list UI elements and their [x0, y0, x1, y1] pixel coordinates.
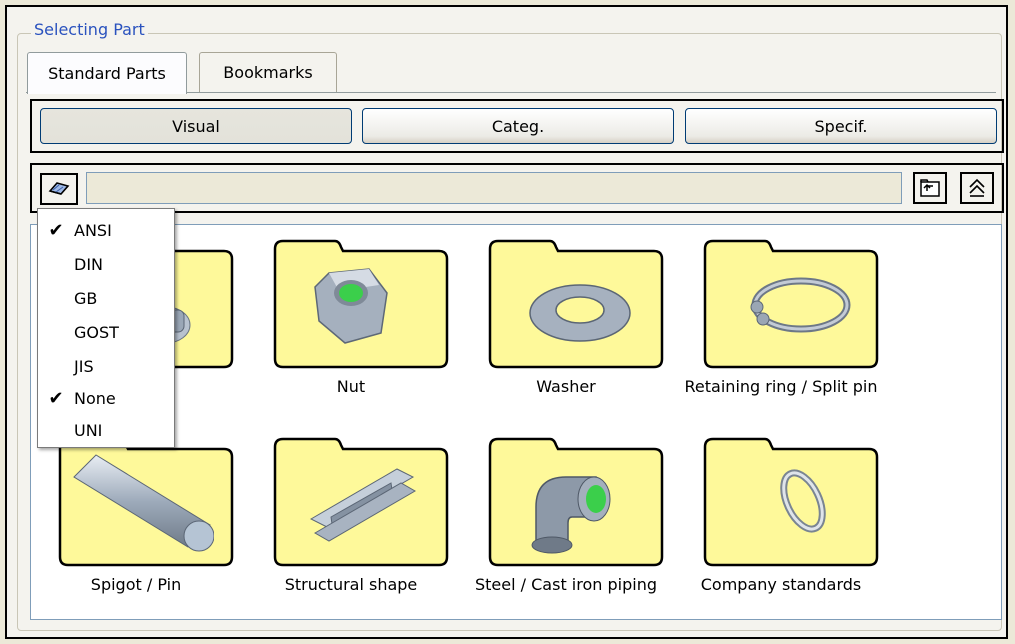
- part-label: Spigot / Pin: [90, 575, 182, 594]
- folder-up-icon: [920, 179, 940, 197]
- menu-item-gost[interactable]: GOST: [38, 315, 174, 349]
- parts-browser: Screw Nut Washer: [30, 224, 1002, 620]
- folder-up-button[interactable]: [913, 172, 947, 204]
- company-standards-icon: [780, 469, 826, 533]
- collapse-to-top-icon: [969, 178, 985, 197]
- standards-menu: ✔ ANSI DIN GB GOST JIS ✔ None UNI: [37, 208, 175, 448]
- menu-item-uni[interactable]: UNI: [38, 413, 174, 447]
- collapse-to-top-button[interactable]: [960, 172, 994, 204]
- spigot-pin-icon: [73, 454, 214, 552]
- menu-item-label: ANSI: [74, 220, 112, 240]
- check-icon: ✔: [48, 387, 64, 409]
- menu-item-label: DIN: [74, 254, 104, 274]
- menu-item-ansi[interactable]: ✔ ANSI: [38, 213, 174, 247]
- tab-bookmarks[interactable]: Bookmarks: [199, 52, 337, 92]
- menu-item-label: UNI: [74, 420, 103, 440]
- menu-item-gb[interactable]: GB: [38, 281, 174, 315]
- retaining-ring-icon: [750, 277, 851, 333]
- menu-item-none[interactable]: ✔ None: [38, 381, 174, 415]
- menu-item-label: JIS: [74, 356, 94, 376]
- menu-item-jis[interactable]: JIS: [38, 349, 174, 383]
- part-label: Nut: [336, 377, 366, 396]
- standards-filter-icon: [48, 182, 70, 195]
- structural-shape-icon: [309, 468, 417, 542]
- category-view-button[interactable]: Categ.: [362, 108, 674, 144]
- visual-view-button[interactable]: Visual: [40, 108, 352, 144]
- group-title: Selecting Part: [31, 20, 148, 39]
- part-label: Company standards: [700, 575, 862, 594]
- menu-item-din[interactable]: DIN: [38, 247, 174, 281]
- path-field[interactable]: [86, 172, 902, 204]
- part-label: Structural shape: [284, 575, 418, 594]
- menu-item-label: None: [74, 388, 116, 408]
- menu-item-label: GB: [74, 288, 98, 308]
- part-label: Retaining ring / Split pin: [684, 377, 878, 396]
- part-label: Steel / Cast iron piping: [475, 575, 657, 594]
- specification-view-button[interactable]: Specif.: [685, 108, 997, 144]
- standards-filter-button[interactable]: [40, 173, 78, 205]
- check-icon: ✔: [48, 219, 64, 241]
- washer-icon: [529, 284, 631, 342]
- tab-standard-parts[interactable]: Standard Parts: [27, 52, 187, 94]
- part-label: Washer: [536, 377, 596, 396]
- pipe-fitting-icon: [531, 476, 611, 554]
- nut-icon: [314, 268, 388, 344]
- menu-item-label: GOST: [74, 322, 119, 342]
